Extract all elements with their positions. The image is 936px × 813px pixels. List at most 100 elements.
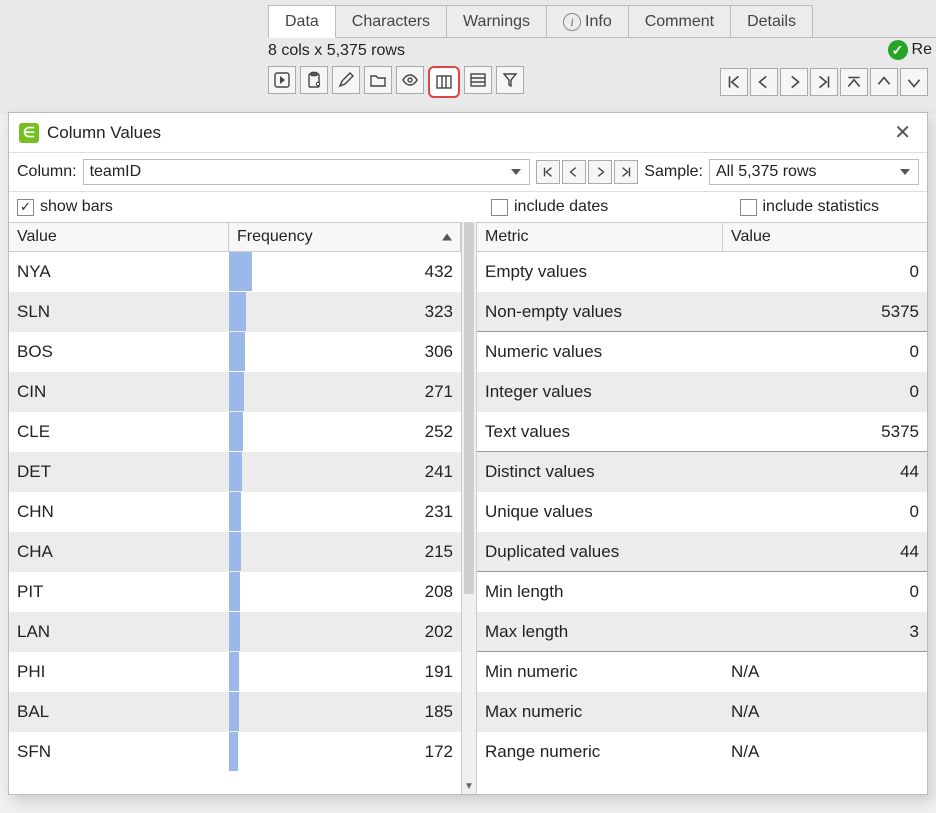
value-row[interactable]: NYA 432 — [9, 252, 461, 292]
sample-select-value: All 5,375 rows — [716, 163, 817, 181]
metric-row: Min length0 — [477, 572, 927, 612]
values-header-value[interactable]: Value — [9, 223, 229, 251]
value-row[interactable]: CIN271 — [9, 372, 461, 412]
sample-label: Sample: — [644, 163, 703, 181]
value-row[interactable]: PIT 208 — [9, 572, 461, 612]
metric-row: Duplicated values44 — [477, 532, 927, 572]
value-row[interactable]: PHI191 — [9, 652, 461, 692]
metric-name: Empty values — [477, 252, 723, 291]
scrollbar-thumb[interactable] — [464, 222, 474, 594]
column-label: Column: — [17, 163, 77, 181]
metric-name: Duplicated values — [477, 532, 723, 571]
tab-label: Data — [285, 13, 319, 31]
value-row[interactable]: BAL185 — [9, 692, 461, 732]
value-frequency-cell: 172 — [229, 732, 461, 771]
frequency-bar — [229, 252, 252, 291]
metrics-header-value[interactable]: Value — [723, 223, 927, 251]
metric-value: N/A — [723, 652, 927, 691]
ready-badge: ✓ Re — [888, 40, 932, 60]
metric-row: Non-empty values5375 — [477, 292, 927, 332]
value-row[interactable]: CHN231 — [9, 492, 461, 532]
app-logo-icon: ∈ — [19, 123, 39, 143]
tab-label: Info — [585, 13, 612, 31]
first-button[interactable] — [536, 160, 560, 184]
metric-value: 0 — [723, 372, 927, 411]
columns-button[interactable] — [428, 66, 460, 98]
prev-button[interactable] — [562, 160, 586, 184]
value-row[interactable]: BOS 306 — [9, 332, 461, 372]
value-label: BOS — [9, 332, 229, 371]
nav-first-button[interactable] — [720, 68, 748, 96]
column-select[interactable]: teamID — [83, 159, 531, 185]
value-row[interactable]: CLE252 — [9, 412, 461, 452]
show-bars-checkbox[interactable]: ✓ show bars — [17, 198, 113, 216]
nav-upfirst-button[interactable] — [840, 68, 868, 96]
frequency-number: 208 — [425, 582, 461, 602]
metric-value: N/A — [723, 692, 927, 731]
include-statistics-checkbox[interactable]: include statistics — [740, 198, 880, 216]
values-header-frequency[interactable]: Frequency — [229, 223, 461, 251]
frequency-number: 202 — [425, 622, 461, 642]
value-row[interactable]: CHA215 — [9, 532, 461, 572]
metric-name: Text values — [477, 412, 723, 451]
value-row[interactable]: SFN172 — [9, 732, 461, 772]
metric-name: Range numeric — [477, 732, 723, 771]
nav-down-button[interactable] — [900, 68, 928, 96]
value-label: SLN — [9, 292, 229, 331]
tab-comment[interactable]: Comment — [628, 5, 731, 37]
tab-details[interactable]: Details — [730, 5, 813, 37]
pencil-button[interactable] — [332, 66, 360, 94]
metric-value: 0 — [723, 492, 927, 531]
value-label: PIT — [9, 572, 229, 611]
metric-value: 44 — [723, 532, 927, 571]
tab-characters[interactable]: Characters — [335, 5, 447, 37]
frequency-number: 306 — [425, 342, 461, 362]
value-row[interactable]: DET241 — [9, 452, 461, 492]
tab-info[interactable]: iInfo — [546, 5, 629, 37]
tabs-row: Data Characters Warnings iInfoCommentDetail… — [268, 0, 936, 38]
metric-name: Max length — [477, 612, 723, 651]
include-dates-checkbox[interactable]: include dates — [491, 198, 608, 216]
metric-row: Min numericN/A — [477, 652, 927, 692]
rows-button[interactable] — [464, 66, 492, 94]
value-row[interactable]: LAN202 — [9, 612, 461, 652]
value-frequency-cell: 215 — [229, 532, 461, 571]
tab-data[interactable]: Data — [268, 5, 336, 38]
tab-label: Warnings — [463, 13, 530, 31]
nav-last-button[interactable] — [810, 68, 838, 96]
checks-row: ✓ show bars include dates include statis… — [9, 192, 927, 222]
metric-name: Numeric values — [477, 332, 723, 371]
close-button[interactable]: ✕ — [888, 120, 917, 145]
folder-button[interactable] — [364, 66, 392, 94]
tab-warnings[interactable]: Warnings — [446, 5, 547, 37]
next-button[interactable] — [588, 160, 612, 184]
scroll-down-icon[interactable]: ▼ — [462, 781, 476, 792]
metrics-header-metric[interactable]: Metric — [477, 223, 723, 251]
frequency-number: 191 — [425, 662, 461, 682]
value-row[interactable]: SLN 323 — [9, 292, 461, 332]
nav-next-button[interactable] — [780, 68, 808, 96]
nav-up-button[interactable] — [870, 68, 898, 96]
frequency-number: 323 — [425, 302, 461, 322]
value-frequency-cell: 252 — [229, 412, 461, 451]
frequency-number: 271 — [425, 382, 461, 402]
last-button[interactable] — [614, 160, 638, 184]
metric-row: Range numericN/A — [477, 732, 927, 772]
filter-button[interactable] — [496, 66, 524, 94]
frequency-bar — [229, 732, 238, 771]
column-values-window: ∈ Column Values ✕ Column: teamID Sample:… — [8, 112, 928, 795]
eye-button[interactable] — [396, 66, 424, 94]
check-icon: ✓ — [888, 40, 908, 60]
sample-select[interactable]: All 5,375 rows — [709, 159, 919, 185]
frequency-number: 432 — [425, 262, 461, 282]
value-label: NYA — [9, 252, 229, 291]
dimensions-label: 8 cols x 5,375 rows — [268, 42, 405, 60]
play-button[interactable] — [268, 66, 296, 94]
toolbar — [268, 66, 928, 98]
clipboard-button[interactable] — [300, 66, 328, 94]
controls-row: Column: teamID Sample: All 5,375 rows — [9, 153, 927, 192]
scrollbar[interactable]: ▼ — [461, 222, 477, 794]
metric-name: Integer values — [477, 372, 723, 411]
nav-prev-button[interactable] — [750, 68, 778, 96]
value-label: CHN — [9, 492, 229, 531]
